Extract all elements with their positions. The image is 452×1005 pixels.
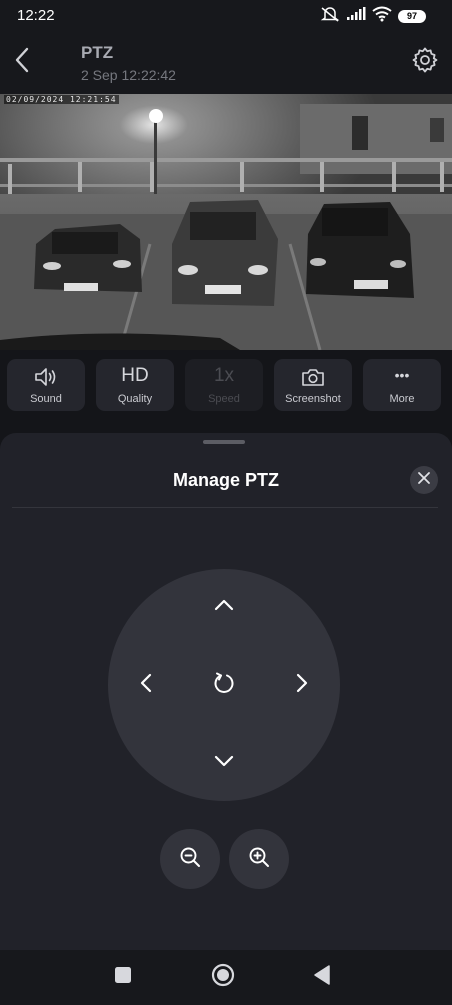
status-bar: 12:22 97 <box>0 0 452 32</box>
recents-icon <box>114 966 132 989</box>
chevron-left-icon <box>14 47 30 78</box>
back-button[interactable] <box>8 46 36 78</box>
screenshot-button[interactable]: Screenshot <box>274 359 352 411</box>
right-arrow-icon <box>296 673 308 698</box>
left-arrow-icon <box>140 673 152 698</box>
zoom-in-button[interactable] <box>229 829 289 889</box>
quality-hd-text: HD <box>121 365 149 386</box>
signal-icon <box>346 6 366 26</box>
battery-icon: 97 <box>398 9 426 23</box>
home-icon <box>211 963 235 992</box>
page-subtitle: 2 Sep 12:22:42 <box>81 67 176 83</box>
speed-value-text: 1x <box>213 365 235 386</box>
close-button[interactable] <box>410 466 438 494</box>
mute-vibrate-icon <box>320 6 340 27</box>
wifi-icon <box>372 6 392 27</box>
speaker-icon <box>34 359 58 387</box>
system-back-button[interactable] <box>308 963 336 991</box>
pan-down-button[interactable] <box>206 745 242 781</box>
manage-ptz-sheet: Manage PTZ <box>0 433 452 950</box>
status-time: 12:22 <box>17 7 55 24</box>
gear-icon <box>411 46 439 79</box>
reset-position-button[interactable] <box>206 667 242 703</box>
sheet-divider <box>12 507 438 508</box>
system-nav-bar <box>0 950 452 1005</box>
more-button[interactable]: ••• More <box>363 359 441 411</box>
back-icon <box>313 964 331 990</box>
status-icons: 97 <box>320 6 426 27</box>
zoom-out-button[interactable] <box>160 829 220 889</box>
speed-button[interactable]: 1x Speed <box>185 359 263 411</box>
sheet-drag-handle[interactable] <box>203 440 245 444</box>
down-arrow-icon <box>214 754 234 772</box>
pan-left-button[interactable] <box>128 667 164 703</box>
reset-icon <box>212 671 236 700</box>
battery-level: 97 <box>406 11 417 21</box>
up-arrow-icon <box>214 598 234 616</box>
speed-label: Speed <box>208 393 240 405</box>
player-controls: Sound HD Quality 1x Speed Screenshot •••… <box>0 350 452 434</box>
settings-button[interactable] <box>410 46 440 78</box>
sound-label: Sound <box>30 393 62 405</box>
quality-label: Quality <box>117 393 153 405</box>
quality-button[interactable]: HD Quality <box>96 359 174 411</box>
zoom-out-icon <box>179 846 201 873</box>
app-header: PTZ 2 Sep 12:22:42 <box>0 32 452 94</box>
page-title: PTZ <box>81 43 114 62</box>
video-timestamp: 02/09/2024 12:21:54 <box>4 95 119 104</box>
zoom-in-icon <box>248 846 270 873</box>
recents-button[interactable] <box>109 963 137 991</box>
camera-feed[interactable]: 02/09/2024 12:21:54 <box>0 94 452 350</box>
sheet-title: Manage PTZ <box>172 470 279 490</box>
camera-feed-image <box>0 94 452 350</box>
screenshot-label: Screenshot <box>285 393 341 405</box>
pan-up-button[interactable] <box>206 589 242 625</box>
more-dots-icon: ••• <box>394 367 410 383</box>
ptz-joystick[interactable] <box>108 569 340 801</box>
more-label: More <box>389 393 415 405</box>
camera-icon <box>301 359 325 387</box>
close-icon <box>417 471 431 490</box>
pan-right-button[interactable] <box>284 667 320 703</box>
home-button[interactable] <box>209 963 237 991</box>
sound-button[interactable]: Sound <box>7 359 85 411</box>
